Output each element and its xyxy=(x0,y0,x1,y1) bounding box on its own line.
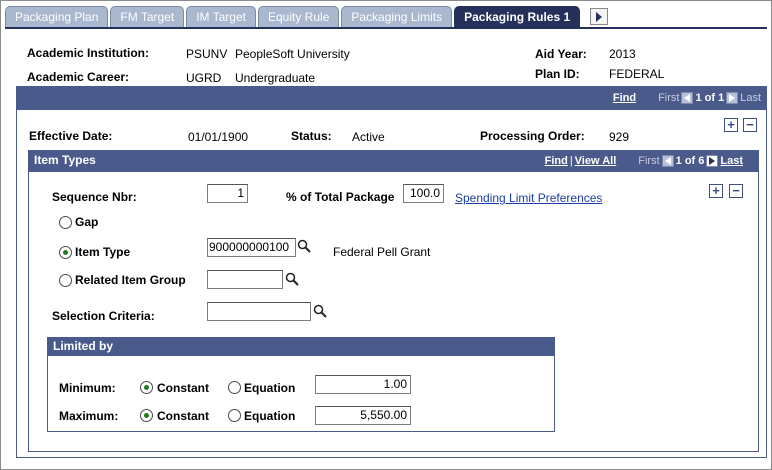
limited-by-header: Limited by xyxy=(47,337,555,356)
outer-find-link[interactable]: Find xyxy=(613,92,636,104)
triangle-right-icon xyxy=(729,94,736,102)
minimum-equation-radio[interactable] xyxy=(228,381,241,394)
sequence-nbr-label: Sequence Nbr: xyxy=(52,190,137,204)
tab-fm-target[interactable]: FM Target xyxy=(110,6,185,28)
gap-label: Gap xyxy=(75,215,99,229)
related-item-group-label: Related Item Group xyxy=(75,273,186,287)
effective-dated-header-bar: Find First 1 of 1 Last xyxy=(16,86,767,110)
item-types-next-button[interactable] xyxy=(706,155,719,167)
outer-navigation: Find First 1 of 1 Last xyxy=(613,92,761,104)
minimum-label: Minimum: xyxy=(59,381,116,395)
triangle-left-icon xyxy=(684,94,691,102)
item-delete-row-button[interactable]: − xyxy=(729,184,743,198)
related-item-group-radio[interactable] xyxy=(59,274,72,287)
career-code: UGRD xyxy=(186,71,222,85)
item-types-prev-button[interactable] xyxy=(661,155,674,167)
plan-id-value: FEDERAL xyxy=(609,67,665,81)
item-add-row-button[interactable]: + xyxy=(709,184,723,198)
minimum-constant-label: Constant xyxy=(157,381,209,395)
outer-first-label: First xyxy=(658,92,680,104)
minimum-equation-label: Equation xyxy=(244,381,296,395)
search-icon[interactable] xyxy=(313,304,327,318)
selection-criteria-input[interactable] xyxy=(207,302,311,321)
plan-id-label: Plan ID: xyxy=(535,67,580,81)
item-types-header-bar: Item Types Find | View All First 1 of 6 … xyxy=(28,150,759,172)
effective-date-label: Effective Date: xyxy=(29,129,113,143)
maximum-equation-label: Equation xyxy=(244,409,296,423)
tab-im-target[interactable]: IM Target xyxy=(186,6,256,28)
tab-packaging-limits[interactable]: Packaging Limits xyxy=(341,6,453,28)
triangle-right-icon xyxy=(596,11,603,22)
item-types-first-label: First xyxy=(638,155,660,167)
tab-packaging-plan[interactable]: Packaging Plan xyxy=(5,6,109,28)
item-types-row-count: 1 of 6 xyxy=(675,155,705,167)
institution-code: PSUNV xyxy=(186,47,228,61)
item-type-radio[interactable] xyxy=(59,246,72,259)
sequence-nbr-input[interactable]: 1 xyxy=(207,184,248,203)
status-label: Status: xyxy=(291,129,332,143)
selection-criteria-label: Selection Criteria: xyxy=(52,309,155,323)
gap-radio[interactable] xyxy=(59,216,72,229)
minimum-value-input[interactable]: 1.00 xyxy=(315,375,411,394)
item-type-label: Item Type xyxy=(75,245,131,259)
minimum-constant-radio[interactable] xyxy=(140,381,153,394)
view-all-link[interactable]: View All xyxy=(575,155,617,167)
aid-year-value: 2013 xyxy=(609,47,636,61)
item-types-find-link[interactable]: Find xyxy=(545,155,568,167)
career-name: Undergraduate xyxy=(235,71,316,85)
institution-name: PeopleSoft University xyxy=(235,47,350,61)
career-label: Academic Career: xyxy=(27,70,130,84)
maximum-constant-label: Constant xyxy=(157,409,209,423)
triangle-right-icon xyxy=(709,157,716,165)
processing-order-label: Processing Order: xyxy=(480,129,585,143)
aid-year-label: Aid Year: xyxy=(535,47,587,61)
search-icon[interactable] xyxy=(297,239,311,253)
add-row-button[interactable]: + xyxy=(724,118,738,132)
status-value: Active xyxy=(352,130,385,144)
maximum-constant-radio[interactable] xyxy=(140,409,153,422)
related-item-group-input[interactable] xyxy=(207,270,283,289)
item-type-input[interactable]: 900000000100 xyxy=(207,238,296,257)
processing-order-value: 929 xyxy=(609,130,630,144)
item-type-description: Federal Pell Grant xyxy=(333,245,431,259)
maximum-label: Maximum: xyxy=(59,409,119,423)
triangle-left-icon xyxy=(664,157,671,165)
pct-total-input[interactable]: 100.0 xyxy=(403,184,444,203)
limited-by-title: Limited by xyxy=(53,339,114,353)
item-types-last-link[interactable]: Last xyxy=(720,155,743,167)
outer-row-count: 1 of 1 xyxy=(695,92,725,104)
institution-label: Academic Institution: xyxy=(27,46,150,60)
outer-prev-button[interactable] xyxy=(681,92,694,104)
spending-limit-preferences-link[interactable]: Spending Limit Preferences xyxy=(455,191,602,205)
item-types-navigation: Find | View All First 1 of 6 Last xyxy=(544,155,743,167)
next-tab-button[interactable] xyxy=(590,8,609,25)
pct-total-label: % of Total Package xyxy=(286,190,395,204)
outer-last-label: Last xyxy=(740,92,761,104)
maximum-equation-radio[interactable] xyxy=(228,409,241,422)
outer-next-button[interactable] xyxy=(726,92,739,104)
tab-packaging-rules-1[interactable]: Packaging Rules 1 xyxy=(454,6,581,28)
tab-equity-rule[interactable]: Equity Rule xyxy=(258,6,340,28)
maximum-value-input[interactable]: 5,550.00 xyxy=(315,406,411,425)
search-icon[interactable] xyxy=(285,272,299,286)
item-types-title: Item Types xyxy=(34,153,96,167)
tab-strip: Packaging Plan FM Target IM Target Equit… xyxy=(5,6,609,28)
effective-date-value: 01/01/1900 xyxy=(188,130,249,144)
delete-row-button[interactable]: − xyxy=(743,118,757,132)
tab-underline xyxy=(5,27,767,29)
